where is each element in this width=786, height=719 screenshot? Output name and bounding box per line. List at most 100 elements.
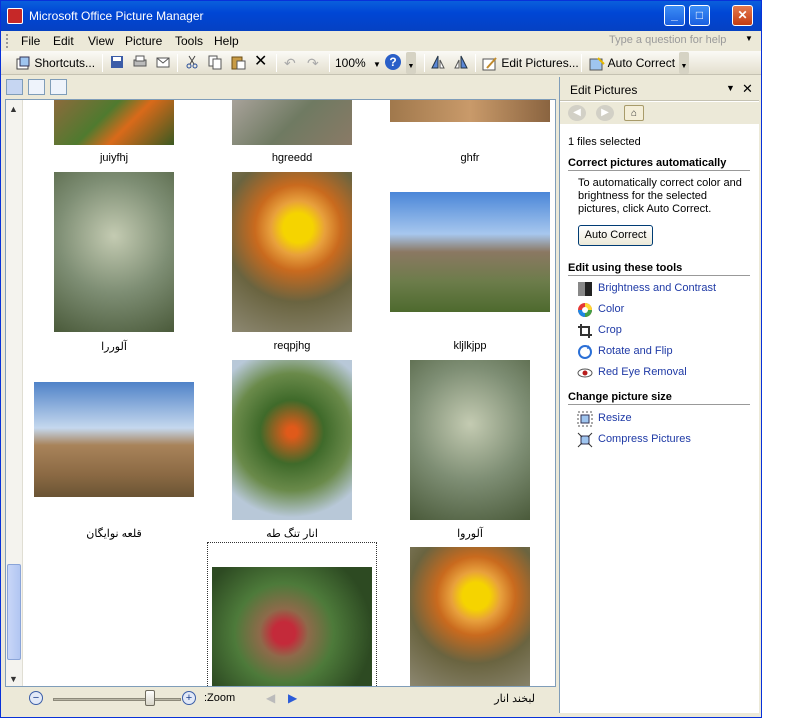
edit-pictures-task-pane: Edit Pictures ▼ ✕ ◀ ▶ ⌂ 1 files selected… xyxy=(559,77,759,713)
edit-pictures-button[interactable]: Edit Pictures... xyxy=(482,54,579,72)
thumbnail-image[interactable] xyxy=(34,382,194,497)
toolbar-separator xyxy=(475,54,476,72)
menu-tools[interactable]: Tools xyxy=(175,34,203,48)
next-arrow-icon[interactable]: ▶ xyxy=(288,691,297,705)
thumbnail-image[interactable] xyxy=(410,547,530,686)
tool-link-crop[interactable]: Crop xyxy=(598,324,622,336)
size-link-resize[interactable]: Resize xyxy=(598,412,632,424)
picture-manager-icon xyxy=(7,8,23,24)
help-search-input[interactable]: Type a question for help xyxy=(609,34,749,49)
paste-icon[interactable] xyxy=(230,54,246,70)
rotate-left-icon[interactable] xyxy=(430,54,446,70)
zoom-in-icon[interactable]: + xyxy=(182,691,196,705)
shortcuts-label: Shortcuts... xyxy=(34,56,96,70)
forward-icon[interactable]: ▶ xyxy=(596,105,614,121)
color-wheel-icon xyxy=(578,303,592,317)
thumbnail-image[interactable] xyxy=(212,567,372,686)
menubar-grip xyxy=(6,34,9,48)
menu-edit[interactable]: Edit xyxy=(53,34,74,48)
minimize-button[interactable]: _ xyxy=(664,5,685,26)
auto-correct-label: Auto Correct xyxy=(607,56,676,70)
thumbnail-caption: hgreedd xyxy=(271,152,313,164)
close-button[interactable]: ✕ xyxy=(732,5,753,26)
edit-pictures-label: Edit Pictures... xyxy=(501,56,579,70)
menu-picture[interactable]: Picture xyxy=(125,34,162,48)
current-picture-name: لبخند انار xyxy=(494,693,535,705)
undo-icon[interactable]: ↶ xyxy=(284,54,296,72)
rotate-right-icon[interactable] xyxy=(453,54,469,70)
scroll-up-arrow-icon[interactable]: ▲ xyxy=(9,104,18,114)
single-picture-view-icon[interactable] xyxy=(50,79,67,95)
vertical-scrollbar[interactable]: ▲ ▼ xyxy=(6,100,23,686)
thumbnail-image[interactable] xyxy=(54,172,174,332)
email-icon[interactable] xyxy=(155,54,171,70)
auto-correct-button[interactable]: Auto Correct xyxy=(589,54,675,72)
print-icon[interactable] xyxy=(132,54,148,70)
maximize-button[interactable]: □ xyxy=(689,5,710,26)
toolbar-options-icon[interactable]: ▼ xyxy=(679,52,689,74)
back-icon[interactable]: ◀ xyxy=(568,105,586,121)
zoom-label: :Zoom xyxy=(204,692,236,704)
thumbnail-image[interactable] xyxy=(54,100,174,145)
task-pane-nav: ◀ ▶ ⌂ xyxy=(560,102,759,124)
rotate-flip-icon xyxy=(578,345,592,359)
chevron-down-icon: ▼ xyxy=(373,60,381,69)
help-dropdown-arrow-icon[interactable]: ▼ xyxy=(745,34,753,43)
toolbar-separator xyxy=(276,54,277,72)
tool-link-brightness[interactable]: Brightness and Contrast xyxy=(598,282,716,294)
toolbar-options-icon[interactable]: ▼ xyxy=(406,52,416,74)
toolbar-separator xyxy=(177,54,178,72)
zoom-slider-track[interactable] xyxy=(53,698,181,701)
zoom-value: 100% xyxy=(335,56,366,70)
pane-dropdown-icon[interactable]: ▼ xyxy=(726,83,735,93)
zoom-select[interactable]: 100% ▼ xyxy=(335,54,381,72)
tool-link-rotate[interactable]: Rotate and Flip xyxy=(598,345,673,357)
save-icon[interactable] xyxy=(109,54,125,70)
help-icon[interactable]: ? xyxy=(385,54,401,70)
delete-icon[interactable]: ✕ xyxy=(254,54,267,72)
home-icon[interactable]: ⌂ xyxy=(624,105,644,121)
thumbnail-image[interactable] xyxy=(410,360,530,520)
auto-correct-icon xyxy=(589,57,605,71)
tool-link-color[interactable]: Color xyxy=(598,303,624,315)
zoom-out-icon[interactable]: − xyxy=(29,691,43,705)
task-pane-title: Edit Pictures xyxy=(570,83,638,97)
thumbnail-image[interactable] xyxy=(390,192,550,312)
scrollbar-thumb[interactable] xyxy=(7,564,21,660)
zoom-slider-thumb[interactable] xyxy=(145,690,155,706)
files-selected-text: 1 files selected xyxy=(568,136,641,148)
redo-icon[interactable]: ↷ xyxy=(307,54,319,72)
size-link-compress[interactable]: Compress Pictures xyxy=(598,433,691,445)
toolbar-separator xyxy=(581,54,582,72)
menu-help[interactable]: Help xyxy=(214,34,239,48)
app-window: Microsoft Office Picture Manager _ □ ✕ F… xyxy=(0,0,762,718)
thumbnail-caption: قلعه نوایگان xyxy=(86,528,142,540)
pane-auto-correct-button[interactable]: Auto Correct xyxy=(578,225,653,246)
filmstrip-view-icon[interactable] xyxy=(28,79,45,95)
thumbnail-caption: reqpjhg xyxy=(273,340,311,352)
thumbnail-image[interactable] xyxy=(232,100,352,145)
task-pane-header: Edit Pictures ▼ ✕ xyxy=(560,77,759,101)
shortcuts-button[interactable]: Shortcuts... xyxy=(15,54,95,72)
brightness-contrast-icon xyxy=(578,282,592,296)
thumbnail-caption: آلوررا xyxy=(101,341,127,353)
thumbnail-image[interactable] xyxy=(232,172,352,332)
menu-file[interactable]: File xyxy=(21,34,40,48)
tool-link-red-eye[interactable]: Red Eye Removal xyxy=(598,366,687,378)
menu-view[interactable]: View xyxy=(88,34,114,48)
resize-icon xyxy=(577,411,593,427)
pane-close-icon[interactable]: ✕ xyxy=(742,81,753,97)
title-bar[interactable]: Microsoft Office Picture Manager _ □ ✕ xyxy=(1,1,761,31)
previous-arrow-icon[interactable]: ◀ xyxy=(266,691,275,705)
cut-icon[interactable] xyxy=(184,54,200,70)
thumbnail-caption: kljlkjpp xyxy=(453,340,487,352)
scroll-down-arrow-icon[interactable]: ▼ xyxy=(9,674,18,684)
edit-pictures-icon xyxy=(482,57,497,71)
view-switcher-bar xyxy=(1,76,559,98)
thumbnail-image[interactable] xyxy=(232,360,352,520)
window-title: Microsoft Office Picture Manager xyxy=(29,9,204,23)
thumbnail-view-icon[interactable] xyxy=(6,79,23,95)
copy-icon[interactable] xyxy=(207,54,223,70)
toolbar-separator xyxy=(424,54,425,72)
thumbnail-image[interactable] xyxy=(390,100,550,122)
